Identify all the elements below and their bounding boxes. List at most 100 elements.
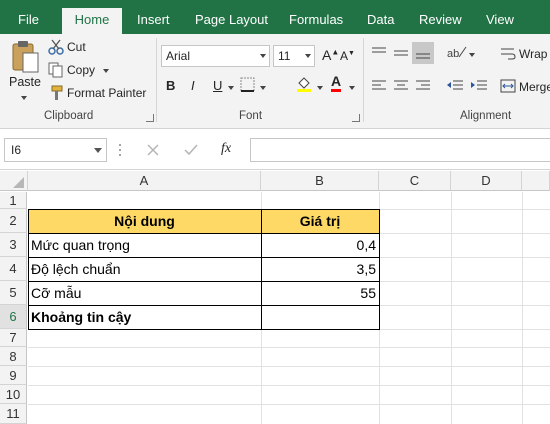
font-color-dropdown-icon[interactable]: [349, 86, 355, 90]
row-header-2[interactable]: 2: [0, 209, 27, 233]
align-bottom-button[interactable]: [412, 42, 434, 64]
cell-b3[interactable]: 0,4: [261, 233, 379, 257]
merge-center-label[interactable]: Merge: [519, 80, 550, 94]
font-size-combo[interactable]: 11: [273, 45, 315, 67]
align-bottom-icon: [416, 53, 430, 59]
row-header-3[interactable]: 3: [0, 233, 27, 257]
cell-a5[interactable]: Cỡ mẫu: [28, 281, 261, 305]
cell-b2[interactable]: Giá trị: [261, 209, 379, 233]
font-dialog-launcher-icon[interactable]: [352, 114, 360, 122]
align-middle-icon[interactable]: [393, 46, 409, 60]
cell-a2[interactable]: Nội dung: [28, 209, 261, 233]
row-header-8[interactable]: 8: [0, 347, 27, 366]
row-header-9[interactable]: 9: [0, 366, 27, 385]
font-name-combo[interactable]: Arial: [161, 45, 270, 67]
cell-b5[interactable]: 55: [261, 281, 379, 305]
tab-page-layout[interactable]: Page Layout: [195, 10, 268, 34]
align-top-icon[interactable]: [371, 46, 387, 60]
shrink-font-button[interactable]: A▼: [340, 49, 355, 63]
scissors-icon: [48, 39, 64, 55]
fill-color-icon[interactable]: [295, 74, 313, 92]
spreadsheet-grid[interactable]: A B C D 1 2 3 4 5 6 7 8 9 10 11 Nội dung…: [0, 171, 550, 424]
tab-data[interactable]: Data: [367, 10, 394, 34]
tab-file[interactable]: File: [18, 10, 39, 34]
orientation-dropdown-icon[interactable]: [469, 53, 475, 57]
ribbon-tab-bar: File Home Insert Page Layout Formulas Da…: [0, 0, 550, 34]
align-right-icon[interactable]: [415, 79, 431, 93]
tab-view[interactable]: View: [486, 10, 514, 34]
bold-button[interactable]: B: [166, 78, 175, 93]
clipboard-group-label: Clipboard: [44, 110, 94, 122]
column-header-d[interactable]: D: [451, 171, 522, 191]
gridline: [28, 347, 550, 348]
copy-dropdown-icon[interactable]: [103, 69, 109, 73]
table-border: [261, 209, 262, 330]
column-header-e[interactable]: [522, 171, 550, 191]
tab-home[interactable]: Home: [62, 8, 122, 34]
underline-dropdown-icon[interactable]: [228, 86, 234, 90]
underline-button[interactable]: U: [213, 78, 222, 93]
align-left-icon[interactable]: [371, 79, 387, 93]
formula-bar-grip-icon: [119, 144, 121, 156]
row-header-11[interactable]: 11: [0, 404, 27, 424]
row-header-10[interactable]: 10: [0, 385, 27, 404]
font-size-value: 11: [278, 49, 291, 63]
table-border: [28, 305, 380, 306]
align-center-icon[interactable]: [393, 79, 409, 93]
tab-review[interactable]: Review: [419, 10, 462, 34]
gridline: [28, 366, 550, 367]
cell-a6[interactable]: Khoảng tin cậy: [28, 305, 261, 329]
group-divider: [363, 38, 364, 122]
tab-formulas[interactable]: Formulas: [289, 10, 343, 34]
name-box[interactable]: I6: [4, 138, 107, 162]
column-header-a[interactable]: A: [28, 171, 261, 191]
format-painter-label: Format Painter: [67, 86, 147, 100]
font-color-icon[interactable]: A: [331, 74, 342, 92]
select-all-corner[interactable]: [0, 171, 28, 191]
ribbon: Paste Cut Copy Format Painter Clipboard …: [0, 34, 550, 129]
formula-input[interactable]: [250, 138, 550, 162]
font-size-dropdown-icon[interactable]: [305, 54, 311, 58]
italic-button[interactable]: I: [191, 78, 195, 93]
row-header-5[interactable]: 5: [0, 281, 27, 305]
shrink-font-icon: A: [340, 49, 349, 63]
row-header-7[interactable]: 7: [0, 329, 27, 347]
font-name-dropdown-icon[interactable]: [260, 54, 266, 58]
cell-b4[interactable]: 3,5: [261, 257, 379, 281]
increase-indent-icon[interactable]: [470, 79, 488, 93]
tab-insert[interactable]: Insert: [137, 10, 170, 34]
cell-a3[interactable]: Mức quan trọng: [28, 233, 261, 257]
gridline: [522, 192, 523, 424]
table-border: [28, 281, 380, 282]
cell-a4[interactable]: Độ lệch chuẩn: [28, 257, 261, 281]
insert-function-button[interactable]: fx: [221, 141, 231, 157]
row-header-6[interactable]: 6: [0, 305, 27, 329]
cell-b6[interactable]: [261, 305, 379, 329]
enter-check-icon[interactable]: [183, 143, 199, 157]
paste-dropdown-icon[interactable]: [21, 96, 27, 100]
name-box-dropdown-icon[interactable]: [93, 147, 103, 155]
fill-color-dropdown-icon[interactable]: [317, 86, 323, 90]
merge-center-icon[interactable]: [500, 79, 516, 93]
table-border: [28, 257, 380, 258]
cancel-icon[interactable]: [146, 143, 160, 157]
paste-icon: [12, 41, 39, 73]
orientation-icon[interactable]: ab: [446, 44, 468, 60]
borders-dropdown-icon[interactable]: [260, 86, 266, 90]
borders-icon[interactable]: [240, 77, 256, 93]
row-header-4[interactable]: 4: [0, 257, 27, 281]
grow-font-button[interactable]: A▲: [322, 47, 339, 63]
wrap-text-icon[interactable]: [500, 46, 516, 62]
decrease-indent-icon[interactable]: [446, 79, 464, 93]
column-header-c[interactable]: C: [379, 171, 451, 191]
cut-label: Cut: [67, 40, 86, 54]
gridline: [379, 192, 380, 424]
select-all-triangle-icon: [13, 177, 24, 188]
row-header-1[interactable]: 1: [0, 192, 27, 209]
wrap-text-label[interactable]: Wrap T: [519, 47, 550, 61]
formula-bar: I6 fx: [0, 130, 550, 170]
column-header-b[interactable]: B: [261, 171, 379, 191]
gridline: [28, 385, 550, 386]
clipboard-dialog-launcher-icon[interactable]: [146, 114, 154, 122]
gridline: [28, 404, 550, 405]
